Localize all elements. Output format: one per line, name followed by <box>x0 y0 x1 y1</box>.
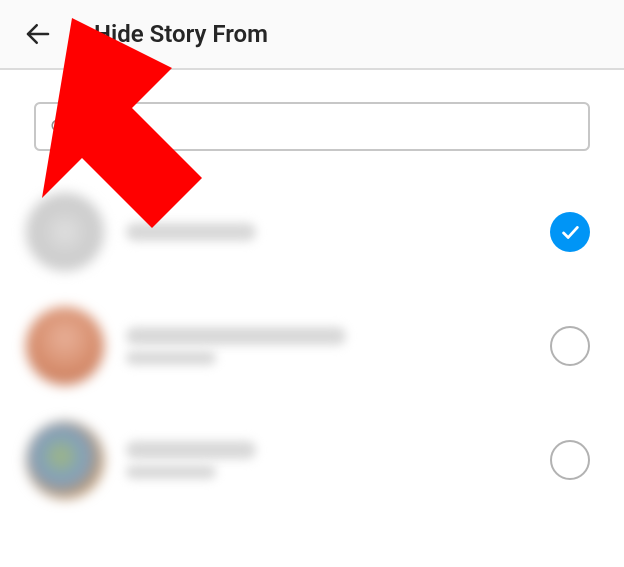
avatar <box>26 193 104 271</box>
search-input[interactable]: Search <box>34 102 590 151</box>
user-label <box>126 223 550 241</box>
list-item[interactable] <box>26 175 598 289</box>
check-icon <box>559 221 581 243</box>
select-toggle[interactable] <box>550 326 590 366</box>
user-label <box>126 441 550 479</box>
header: Hide Story From <box>0 0 624 70</box>
user-list <box>0 175 624 517</box>
username-redacted <box>126 223 256 241</box>
avatar <box>26 421 104 499</box>
username-redacted <box>126 441 256 459</box>
back-button[interactable] <box>22 18 54 50</box>
back-arrow-icon <box>23 19 53 49</box>
search-icon <box>50 118 68 136</box>
fullname-redacted <box>126 465 216 479</box>
avatar <box>26 307 104 385</box>
search-container: Search <box>0 70 624 175</box>
user-label <box>126 327 550 365</box>
select-toggle[interactable] <box>550 212 590 252</box>
list-item[interactable] <box>26 289 598 403</box>
search-placeholder: Search <box>80 116 135 137</box>
page-title: Hide Story From <box>94 20 268 48</box>
fullname-redacted <box>126 351 216 365</box>
username-redacted <box>126 327 346 345</box>
list-item[interactable] <box>26 403 598 517</box>
select-toggle[interactable] <box>550 440 590 480</box>
